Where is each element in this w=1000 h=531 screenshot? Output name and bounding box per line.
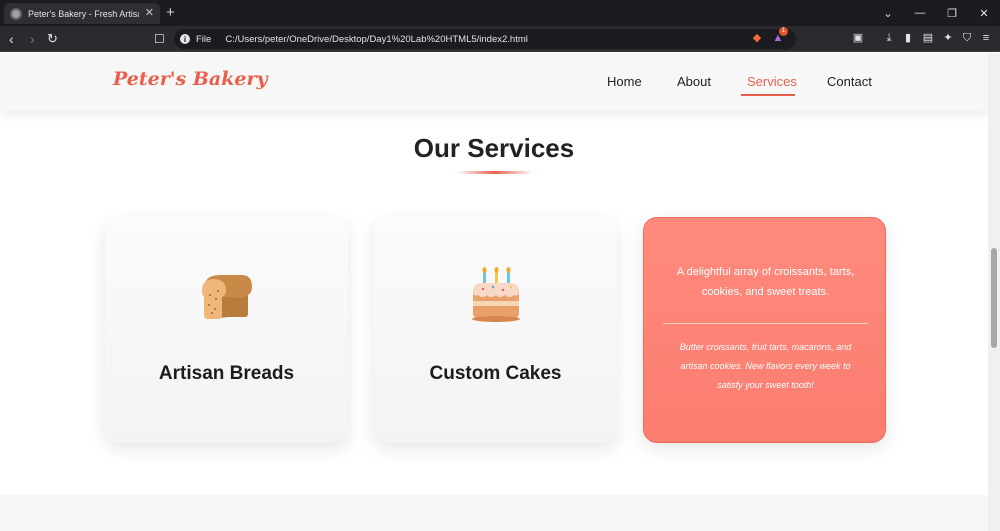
bookmark-icon[interactable]: ☐ — [154, 31, 165, 47]
service-card-custom-cakes[interactable]: Custom Cakes — [374, 217, 617, 443]
url-text[interactable]: C:/Users/peter/OneDrive/Desktop/Day1%20L… — [225, 34, 528, 45]
window-controls: ⌄ — ❐ ✕ — [872, 0, 1000, 26]
url-scheme: File — [196, 33, 212, 45]
browser-tab-bar: Peter's Bakery - Fresh Artisan Bre ✕ + ⌄… — [0, 0, 1000, 26]
globe-icon — [10, 7, 22, 20]
reload-icon[interactable]: ↻ — [47, 31, 58, 47]
service-card-pastries-back[interactable]: A delightful array of croissants, tarts,… — [643, 217, 886, 443]
active-nav-underline — [741, 94, 795, 96]
browser-toolbar: ‹ › ↻ ☐ i File C:/Users/peter/OneDrive/D… — [0, 26, 1000, 52]
tab-title: Peter's Bakery - Fresh Artisan Bre — [28, 8, 139, 19]
nav-link-about[interactable]: About — [677, 74, 711, 89]
card-title: Artisan Breads — [158, 363, 295, 384]
site-header: Peter's Bakery Home About Services Conta… — [0, 53, 988, 111]
scrollbar-thumb[interactable] — [991, 248, 997, 348]
nav-link-contact[interactable]: Contact — [827, 74, 872, 89]
page-viewport: Peter's Bakery Home About Services Conta… — [0, 53, 988, 531]
address-bar[interactable]: i File C:/Users/peter/OneDrive/Desktop/D… — [174, 29, 796, 49]
cake-icon — [472, 267, 520, 322]
next-section — [0, 495, 988, 531]
browser-tab[interactable]: Peter's Bakery - Fresh Artisan Bre ✕ — [4, 3, 160, 24]
info-icon[interactable]: i — [180, 34, 190, 44]
forward-icon[interactable]: › — [30, 31, 35, 47]
wallet-icon[interactable]: ▤ — [921, 31, 935, 45]
page-scrollbar[interactable] — [988, 53, 1000, 531]
back-icon[interactable]: ‹ — [9, 31, 14, 47]
menu-icon[interactable]: ≡ — [979, 31, 993, 45]
title-underline — [457, 171, 533, 174]
close-window-icon[interactable]: ✕ — [968, 0, 1000, 26]
card-description: A delightful array of croissants, tarts,… — [676, 266, 855, 298]
new-tab-icon[interactable]: + — [166, 4, 175, 21]
service-card-artisan-breads[interactable]: Artisan Breads — [105, 217, 348, 443]
card-detail: Butter croissants, fruit tarts, macarons… — [679, 342, 852, 390]
card-divider — [663, 323, 868, 324]
nav-link-home[interactable]: Home — [607, 74, 642, 89]
restore-icon[interactable]: ❐ — [936, 0, 968, 26]
vpn-icon[interactable]: ⛉ — [960, 31, 974, 45]
sidebar-icon[interactable]: ▮ — [901, 31, 915, 45]
download-icon[interactable]: ⤓ — [882, 31, 896, 45]
close-icon[interactable]: ✕ — [145, 8, 154, 19]
nav-link-services[interactable]: Services — [747, 74, 797, 89]
dropdown-icon[interactable]: ⌄ — [872, 0, 904, 26]
reader-icon[interactable]: ▣ — [851, 31, 865, 45]
minimize-icon[interactable]: — — [904, 0, 936, 26]
assistant-icon[interactable]: ✦ — [941, 31, 955, 45]
bread-icon — [202, 275, 252, 319]
section-title: Our Services — [413, 133, 575, 163]
rewards-icon[interactable]: ▲ 1 — [771, 27, 788, 45]
notification-badge: 1 — [779, 27, 788, 36]
card-title: Custom Cakes — [429, 363, 562, 384]
shield-icon[interactable]: ◆ — [750, 31, 764, 45]
site-logo[interactable]: Peter's Bakery — [113, 68, 268, 90]
